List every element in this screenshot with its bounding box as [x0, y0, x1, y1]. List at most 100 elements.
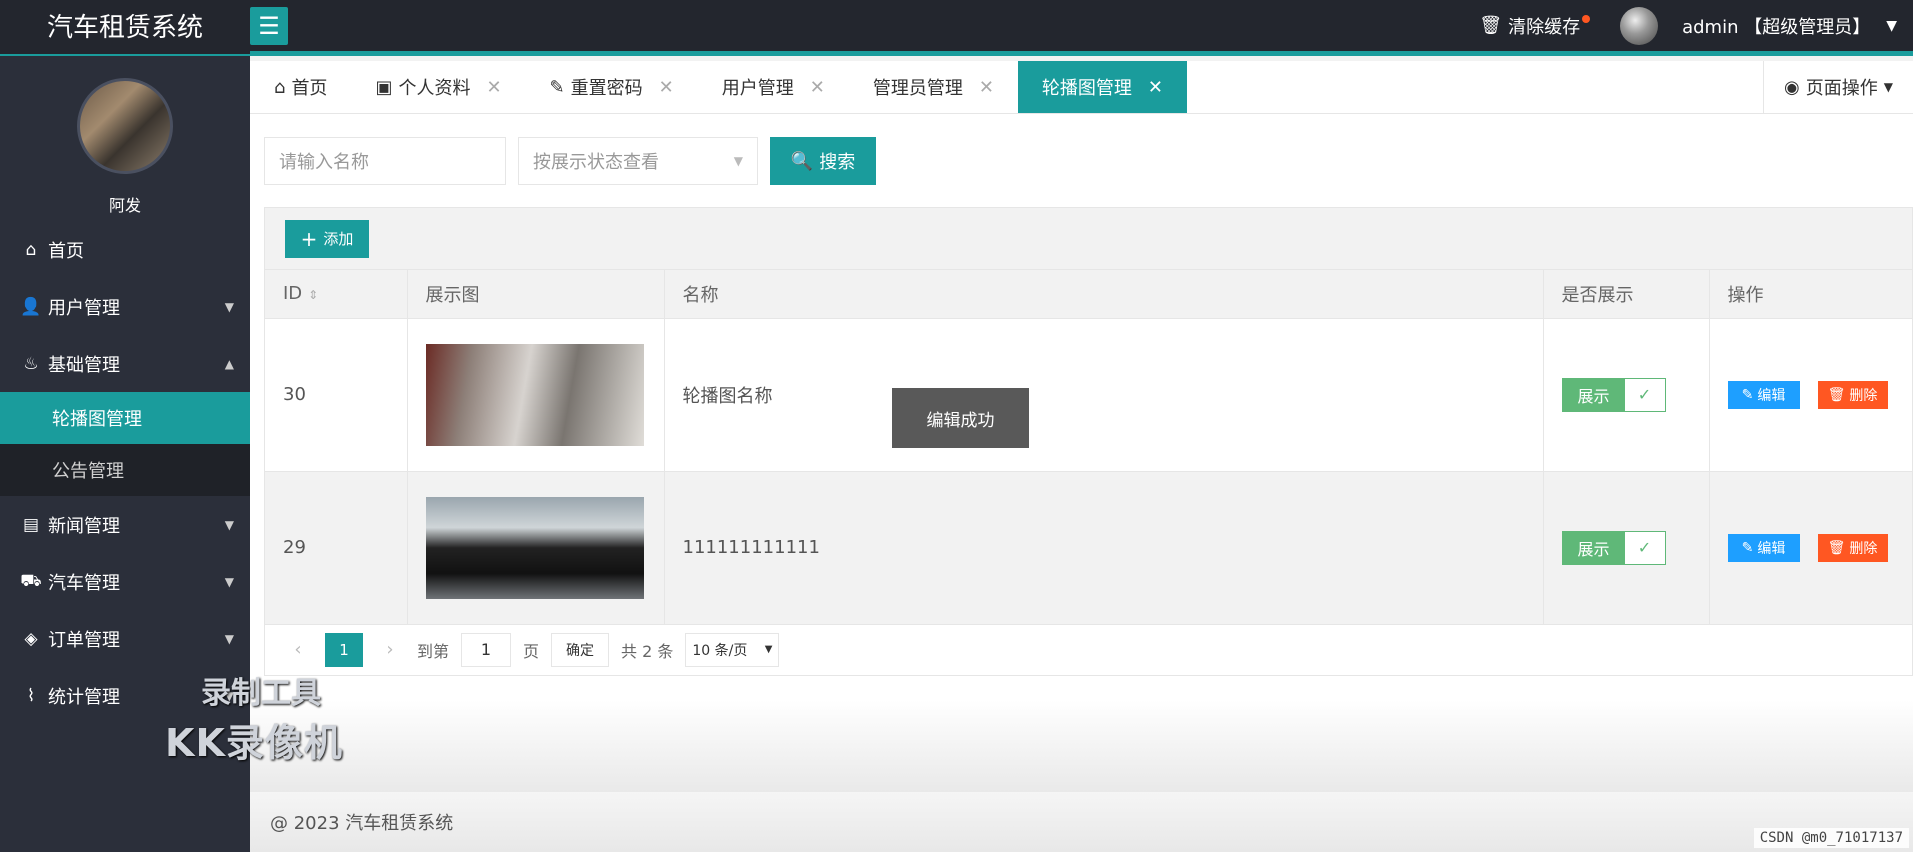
- edit-button[interactable]: ✎ 编辑: [1727, 380, 1800, 409]
- search-button[interactable]: 🔍 搜索: [770, 137, 876, 185]
- total-count: 共 2 条: [621, 641, 674, 661]
- search-icon: 🔍: [790, 150, 814, 172]
- tab-carousel[interactable]: 轮播图管理 ✕: [1017, 61, 1188, 113]
- tab-label: 轮播图管理: [1041, 78, 1132, 99]
- page-number[interactable]: 1: [325, 632, 363, 667]
- fire-icon: ♨: [23, 353, 39, 374]
- column-header-status: 是否展示: [1543, 270, 1710, 319]
- close-icon[interactable]: ✕: [1148, 77, 1163, 98]
- cell-image: [407, 471, 665, 625]
- sidebar-item-news[interactable]: ▤ 新闻管理 ▼: [0, 496, 250, 553]
- sidebar-item-carousel[interactable]: 轮播图管理: [0, 392, 250, 444]
- tab-bar: ⌂ 首页 ▣ 个人资料 ✕ ✎ 重置密码 ✕ 用户管理 ✕ 管理员管理 ✕ 轮播…: [250, 61, 1913, 114]
- chevron-down-icon: ▼: [224, 631, 234, 646]
- footer: @ 2023 汽车租赁系统: [250, 792, 1913, 852]
- confirm-button[interactable]: 确定: [551, 632, 610, 667]
- app-title: 汽车租赁系统: [0, 0, 250, 54]
- check-icon: ✓: [1624, 378, 1665, 411]
- tab-label: 个人资料: [398, 78, 471, 99]
- close-icon[interactable]: ✕: [810, 77, 825, 98]
- tab-reset-password[interactable]: ✎ 重置密码 ✕: [526, 61, 698, 113]
- plus-icon: +: [300, 226, 318, 251]
- content-bottom: [250, 700, 1913, 792]
- status-toggle[interactable]: 展示 ✓: [1561, 530, 1666, 565]
- delete-label: 删除: [1849, 387, 1878, 404]
- profile: 阿发: [0, 56, 250, 221]
- column-header-id[interactable]: ID ⇕: [265, 270, 408, 319]
- add-button-label: 添加: [323, 230, 354, 248]
- tab-users[interactable]: 用户管理 ✕: [698, 61, 849, 113]
- sidebar-item-notice[interactable]: 公告管理: [0, 444, 250, 496]
- chevron-right-icon[interactable]: ›: [375, 639, 405, 660]
- clear-cache-button[interactable]: 🗑 清除缓存: [1479, 13, 1591, 39]
- menu-toggle-icon[interactable]: ☰: [250, 6, 288, 45]
- close-icon[interactable]: ✕: [486, 77, 501, 98]
- cell-name: 轮播图名称: [664, 318, 1544, 472]
- sidebar-item-orders[interactable]: ◈ 订单管理 ▼: [0, 610, 250, 667]
- delete-button[interactable]: 🗑 删除: [1817, 380, 1888, 409]
- cell-id: 29: [265, 471, 408, 625]
- recorder-watermark: 录制工具 KK录像机: [165, 668, 343, 767]
- page-ops-label: 页面操作: [1805, 78, 1878, 99]
- sidebar-item-basic[interactable]: ♨ 基础管理 ▲: [0, 335, 250, 392]
- close-icon[interactable]: ✕: [979, 77, 994, 98]
- page-ops-button[interactable]: ◉ 页面操作 ▼: [1763, 61, 1913, 113]
- success-toast: 编辑成功: [892, 388, 1029, 448]
- car-icon: ⛟: [20, 570, 42, 591]
- trash-icon: 🗑: [1827, 386, 1846, 403]
- pencil-icon: ✎: [1741, 539, 1754, 556]
- toggle-label: 展示: [1562, 378, 1625, 411]
- chevron-down-icon: ▼: [224, 574, 234, 589]
- page-size-label: 10 条/页: [692, 642, 748, 659]
- page-jump-input[interactable]: 1: [461, 632, 512, 667]
- column-header-name: 名称: [664, 270, 1544, 319]
- sidebar-item-cars[interactable]: ⛟ 汽车管理 ▼: [0, 553, 250, 610]
- user-icon: 👤: [20, 296, 42, 317]
- image-icon: ▣: [375, 76, 393, 98]
- watermark-line1: 录制工具: [201, 676, 321, 711]
- edit-button[interactable]: ✎ 编辑: [1727, 533, 1800, 562]
- sidebar-item-label: 统计管理: [48, 686, 120, 708]
- column-header-image: 展示图: [407, 270, 665, 319]
- tab-label: 首页: [291, 78, 328, 99]
- sidebar-item-home[interactable]: ⌂ 首页: [0, 221, 250, 278]
- close-icon[interactable]: ✕: [659, 77, 674, 98]
- tab-label: 用户管理: [721, 78, 794, 99]
- csdn-watermark: CSDN @m0_71017137: [1753, 828, 1909, 848]
- chevron-up-icon: ▲: [224, 356, 234, 371]
- chevron-down-icon[interactable]: ▼: [1886, 18, 1897, 34]
- toggle-label: 展示: [1562, 531, 1625, 564]
- pagination: ‹ 1 › 到第 1 页 确定 共 2 条 10 条/页 ▼: [265, 625, 1912, 675]
- cell-id: 30: [265, 318, 408, 472]
- profile-avatar[interactable]: [77, 78, 173, 174]
- delete-button[interactable]: 🗑 删除: [1817, 533, 1888, 562]
- name-search-input[interactable]: 请输入名称: [264, 137, 506, 185]
- tab-profile[interactable]: ▣ 个人资料 ✕: [351, 61, 525, 113]
- add-button[interactable]: + 添加: [285, 219, 369, 258]
- edit-label: 编辑: [1757, 387, 1786, 404]
- edit-icon: ✎: [549, 76, 565, 98]
- table-row: 30 轮播图名称 展示 ✓ ✎ 编辑 🗑 删除: [265, 318, 1912, 472]
- tab-home[interactable]: ⌂ 首页: [250, 61, 351, 113]
- page-size-select[interactable]: 10 条/页 ▼: [685, 632, 780, 667]
- goto-label: 到第: [417, 641, 450, 661]
- home-icon: ⌂: [25, 239, 37, 260]
- sort-icon[interactable]: ⇕: [308, 288, 318, 302]
- table-row: 29 111111111111 展示 ✓ ✎ 编辑 🗑 删除: [265, 471, 1912, 625]
- sidebar-item-users[interactable]: 👤 用户管理 ▼: [0, 278, 250, 335]
- chevron-left-icon[interactable]: ‹: [283, 639, 313, 660]
- avatar[interactable]: [1620, 6, 1659, 45]
- sidebar-item-label: 订单管理: [48, 629, 120, 651]
- status-toggle[interactable]: 展示 ✓: [1561, 377, 1666, 412]
- carousel-thumbnail[interactable]: [425, 496, 644, 599]
- status-select[interactable]: 按展示状态查看 ▼: [518, 137, 758, 185]
- tab-admins[interactable]: 管理员管理 ✕: [849, 61, 1018, 113]
- admin-name[interactable]: admin 【超级管理员】: [1682, 13, 1870, 39]
- pencil-icon: ✎: [1741, 386, 1754, 403]
- home-icon: ⌂: [274, 76, 286, 98]
- table: ID ⇕ 展示图 名称 是否展示 操作 30 轮播图名称 展示 ✓ ✎ 编辑 🗑…: [265, 270, 1912, 625]
- carousel-thumbnail[interactable]: [425, 343, 644, 446]
- cell-status: 展示 ✓: [1543, 471, 1710, 625]
- check-icon: ✓: [1624, 531, 1665, 564]
- edit-label: 编辑: [1757, 540, 1786, 557]
